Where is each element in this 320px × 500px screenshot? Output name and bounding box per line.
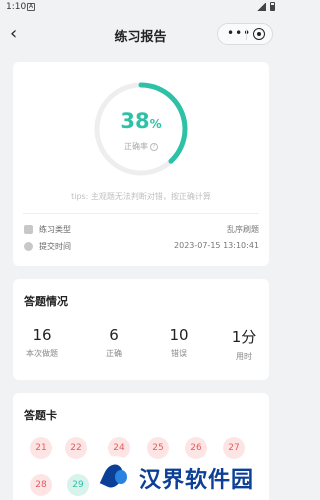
answer-number-28[interactable]: 28 (30, 474, 52, 496)
practice-type-value: 乱序刷题 (227, 225, 259, 234)
answer-card-title: 答题卡 (24, 409, 57, 422)
stat-duration: 1分 用时 (227, 326, 261, 362)
stat-label: 用时 (236, 352, 252, 361)
close-circle-icon[interactable] (253, 28, 265, 40)
submit-time-label: 提交时间 (39, 242, 71, 251)
answer-number-22[interactable]: 22 (65, 437, 87, 459)
nav-bar: ‹ 练习报告 ••• (0, 17, 281, 51)
stat-value: 10 (169, 326, 189, 344)
accuracy-label-row: 正确率? (91, 141, 191, 152)
stat-label: 错误 (171, 349, 187, 358)
answer-number-21[interactable]: 21 (30, 437, 52, 459)
submit-time-value: 2023-07-15 13:10:41 (174, 241, 259, 250)
practice-type-row: 练习类型 乱序刷题 (23, 224, 259, 236)
practice-type-label: 练习类型 (39, 225, 71, 234)
notification-icon: A (27, 3, 35, 11)
battery-icon (270, 2, 275, 11)
question-mark-icon[interactable]: ? (150, 142, 158, 151)
document-icon (24, 225, 33, 234)
stat-wrong: 10 错误 (162, 326, 196, 359)
clock-icon (24, 242, 33, 251)
more-icon[interactable]: ••• (227, 27, 251, 39)
status-bar: 1:10 A (0, 0, 281, 17)
submit-time-row: 提交时间 2023-07-15 13:10:41 (23, 241, 259, 253)
watermark-logo-icon (95, 456, 135, 496)
stat-value: 16 (32, 326, 52, 344)
answer-stats-title: 答题情况 (24, 295, 68, 308)
status-icons (257, 2, 275, 11)
accuracy-value: 38 (120, 109, 150, 133)
summary-card: 38% 正确率? tips: 主观题无法判断对错，按正确计算 练习类型 乱序刷题… (13, 62, 269, 266)
answer-stats-card: 答题情况 16 本次做题 6 正确 10 错误 1分 用时 (13, 279, 269, 380)
signal-icon (257, 2, 266, 11)
answer-number-29[interactable]: 29 (67, 474, 89, 496)
capsule-divider (246, 29, 247, 40)
stat-label: 本次做题 (26, 349, 58, 358)
miniprogram-capsule: ••• (217, 23, 273, 45)
status-time: 1:10 (6, 2, 27, 12)
stat-label: 正确 (106, 349, 122, 358)
divider (23, 213, 259, 214)
stat-value: 6 (109, 326, 119, 344)
accuracy-percent: 38% (91, 109, 191, 133)
stat-total: 16 本次做题 (25, 326, 59, 359)
watermark-text: 汉界软件园 (139, 468, 255, 493)
accuracy-unit: % (149, 117, 162, 131)
stat-value: 1分 (231, 328, 257, 346)
accuracy-label: 正确率 (124, 142, 148, 151)
stat-correct: 6 正确 (97, 326, 131, 359)
tips-text: tips: 主观题无法判断对错，按正确计算 (71, 192, 211, 201)
watermark: 汉界软件园 (95, 456, 281, 500)
